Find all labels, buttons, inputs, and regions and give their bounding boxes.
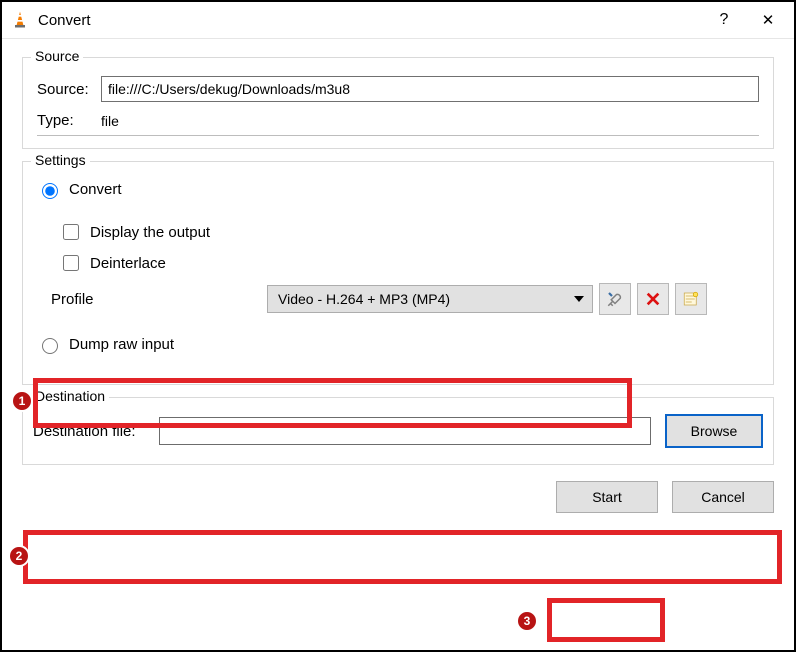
convert-radio-label: Convert [69,181,122,198]
destination-file-label: Destination file: [33,423,159,440]
profile-label: Profile [37,291,267,308]
display-output-checkbox[interactable]: Display the output [59,221,210,243]
annotation-box-3 [547,598,665,642]
wrench-screwdriver-icon [606,290,624,308]
settings-group: Settings Convert Display the output Dein… [22,161,774,385]
source-legend: Source [31,48,83,64]
annotation-box-2 [23,530,782,584]
edit-profile-button[interactable] [599,283,631,315]
annotation-number-3: 3 [516,610,538,632]
titlebar: Convert ? ✕ [2,2,794,39]
deinterlace-checkbox-input[interactable] [63,255,79,271]
chevron-down-icon [574,296,584,302]
source-group: Source Source: Type: file [22,57,774,149]
close-button[interactable]: ✕ [746,2,790,38]
source-input[interactable] [101,76,759,102]
convert-dialog: Convert ? ✕ Source Source: Type: file Se… [0,0,796,652]
type-value: file [101,113,119,129]
profile-row: Profile Video - H.264 + MP3 (MP4) [37,283,759,315]
divider [37,135,759,136]
new-profile-button[interactable] [675,283,707,315]
new-profile-icon [682,290,700,308]
delete-profile-button[interactable] [637,283,669,315]
profile-select[interactable]: Video - H.264 + MP3 (MP4) [267,285,593,313]
destination-file-input[interactable] [159,417,651,445]
destination-group: Destination Destination file: Browse [22,397,774,465]
dump-radio-input[interactable] [42,338,58,354]
profile-selected-value: Video - H.264 + MP3 (MP4) [278,291,450,307]
window-title: Convert [38,12,91,29]
display-output-label: Display the output [90,224,210,241]
help-button[interactable]: ? [702,2,746,38]
source-label: Source: [37,81,101,98]
deinterlace-label: Deinterlace [90,255,166,272]
convert-radio-input[interactable] [42,183,58,199]
browse-button[interactable]: Browse [665,414,763,448]
type-label: Type: [37,112,101,129]
start-button[interactable]: Start [556,481,658,513]
deinterlace-checkbox[interactable]: Deinterlace [59,252,166,274]
destination-legend: Destination [31,388,109,404]
convert-radio[interactable]: Convert [37,180,122,199]
display-output-checkbox-input[interactable] [63,224,79,240]
settings-legend: Settings [31,152,90,168]
dialog-buttons: Start Cancel [2,471,794,513]
dump-radio[interactable]: Dump raw input [37,335,174,354]
cancel-button[interactable]: Cancel [672,481,774,513]
dump-radio-label: Dump raw input [69,336,174,353]
vlc-logo-icon [10,10,30,30]
annotation-number-2: 2 [8,545,30,567]
delete-x-icon [645,291,661,307]
